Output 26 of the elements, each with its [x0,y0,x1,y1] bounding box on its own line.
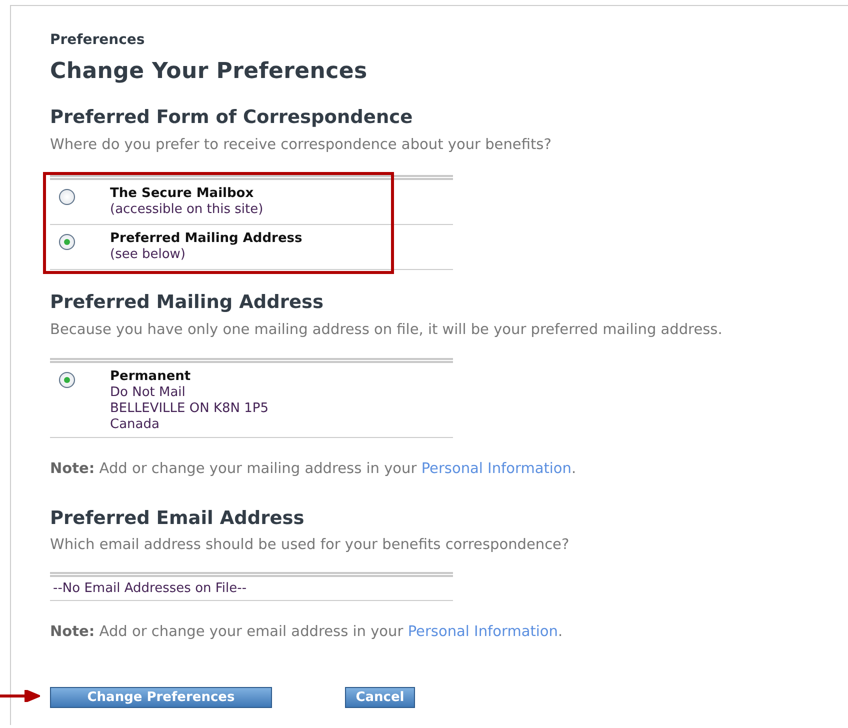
option-label: Preferred Mailing Address [110,231,302,248]
option-label: The Secure Mailbox [110,186,255,202]
address-label: Permanent [110,369,192,386]
option-detail: (accessible on this site) [110,202,264,218]
section-heading: Preferred Form of Correspondence [50,107,414,130]
action-button[interactable]: Cancel [345,686,415,708]
note-text: Note: Add or change your mailing address in your Personal Information. [50,460,578,480]
action-button[interactable]: Change Preferences [50,686,272,708]
note-text: Note: Add or change your email address in your Personal Information. [50,622,564,642]
section-prompt: Which email address should be used for your benefits correspondence? [50,536,570,556]
breadcrumb: Preferences [50,31,146,50]
section-heading: Preferred Email Address [50,508,306,530]
radio-button[interactable] [59,372,75,388]
radio-button[interactable] [59,234,75,250]
address-line: Canada [110,417,160,434]
section-prompt: Where do you prefer to receive correspondence about your benefits? [50,136,552,155]
radio-button[interactable] [59,189,75,206]
section-prompt: Because you have only one mailing address on file, it will be your preferred mailing address. [50,320,724,340]
personal-information-link[interactable]: Personal Information [421,461,572,478]
personal-information-link[interactable]: Personal Information [408,624,558,640]
email-option: --No Email Addresses on File-- [53,580,247,597]
address-line: BELLEVILLE ON K8N 1P5 [110,401,269,418]
section-heading: Preferred Mailing Address [50,292,325,315]
page-title: Change Your Preferences [50,59,368,86]
address-line: Do Not Mail [110,385,186,402]
option-detail: (see below) [110,247,186,264]
